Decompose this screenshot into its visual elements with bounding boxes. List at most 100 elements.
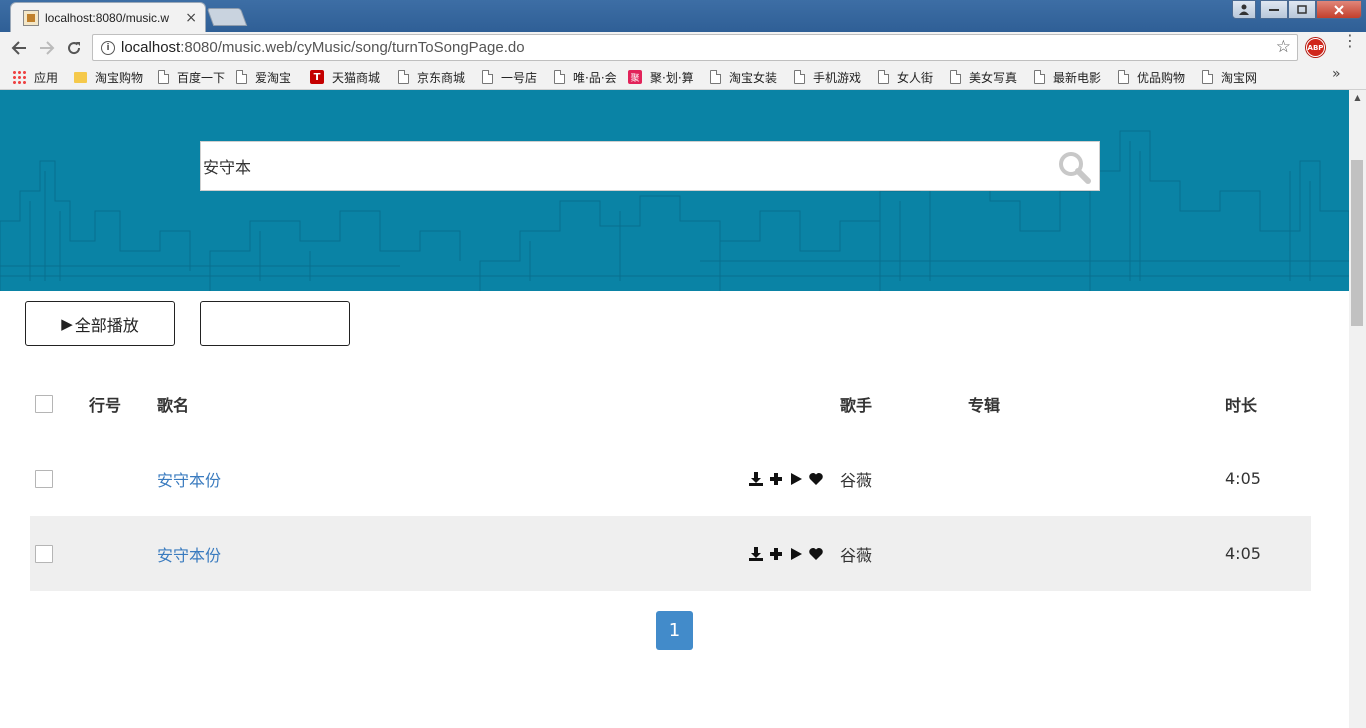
favicon-icon <box>23 9 39 26</box>
song-table: 行号 歌名 歌手 专辑 时长 安守本份 谷薇 4:05 安守本份 谷薇 4:05 <box>30 366 1311 591</box>
bookmark-item[interactable]: 唯·品·会 <box>554 69 617 85</box>
page-icon <box>950 70 961 84</box>
bookmark-label: 聚·划·算 <box>650 70 694 85</box>
browser-toolbar: i localhost:8080/music.web/cyMusic/song/… <box>0 32 1366 62</box>
scroll-up-icon[interactable]: ▲ <box>1349 93 1366 102</box>
back-icon[interactable] <box>8 37 30 59</box>
minimize-button[interactable] <box>1260 0 1288 19</box>
header-no: 行号 <box>89 395 122 415</box>
bookmark-star-icon[interactable]: ☆ <box>1276 37 1291 57</box>
bookmark-label: 唯·品·会 <box>573 70 617 85</box>
row-checkbox-cell <box>35 441 53 516</box>
bookmark-item[interactable]: 淘宝网 <box>1202 69 1257 85</box>
bookmark-item[interactable]: 应用 <box>12 69 58 85</box>
row-checkbox-cell <box>35 516 53 591</box>
tab-title: localhost:8080/music.w <box>45 10 170 25</box>
close-window-button[interactable] <box>1316 0 1362 19</box>
adblock-plus-icon[interactable]: ABP <box>1306 38 1325 57</box>
bookmark-label: 天猫商城 <box>332 70 381 85</box>
profile-icon[interactable] <box>1232 0 1256 19</box>
bookmark-item[interactable]: 美女写真 <box>950 69 1017 85</box>
maximize-button[interactable] <box>1288 0 1316 19</box>
header-duration: 时长 <box>1225 395 1258 415</box>
bookmark-item[interactable]: 淘宝购物 <box>74 69 143 85</box>
new-tab-button[interactable] <box>206 8 248 26</box>
bookmark-item[interactable]: T 天猫商城 <box>310 69 380 85</box>
bookmark-item[interactable]: 聚聚·划·算 <box>628 69 694 85</box>
url-path: :8080/music.web/cyMusic/song/turnToSongP… <box>180 39 525 56</box>
heart-icon[interactable] <box>808 546 824 562</box>
play-all-label: 全部播放 <box>74 315 139 335</box>
download-icon[interactable] <box>748 546 764 562</box>
select-all-checkbox[interactable] <box>35 394 53 413</box>
url-text: localhost:8080/music.web/cyMusic/song/tu… <box>121 39 525 56</box>
forward-icon[interactable] <box>36 37 58 59</box>
search-box <box>200 141 1100 191</box>
bookmark-item[interactable]: 手机游戏 <box>794 69 861 85</box>
play-icon[interactable] <box>788 546 804 562</box>
bookmark-item[interactable]: 一号店 <box>482 69 537 85</box>
page-icon <box>878 70 889 84</box>
song-actions <box>748 441 824 516</box>
reload-icon[interactable] <box>63 37 85 59</box>
song-actions <box>748 516 824 591</box>
bookmark-label: 美女写真 <box>969 70 1018 85</box>
page-scrollbar[interactable]: ▲ <box>1349 90 1366 728</box>
browser-menu-icon[interactable]: ⋮ <box>1342 33 1358 49</box>
bookmark-item[interactable]: 优品购物 <box>1118 69 1185 85</box>
more-bookmarks-icon[interactable]: » <box>1332 66 1341 82</box>
play-icon[interactable] <box>788 471 804 487</box>
header-album: 专辑 <box>968 395 1001 415</box>
bookmark-item[interactable]: 淘宝女装 <box>710 69 777 85</box>
page-icon <box>482 70 493 84</box>
page-icon <box>794 70 805 84</box>
window-titlebar: localhost:8080/music.w × <box>0 0 1366 32</box>
browser-tab[interactable]: localhost:8080/music.w × <box>10 2 206 32</box>
juhuasuan-icon: 聚 <box>628 70 642 84</box>
bookmark-item[interactable]: 女人街 <box>878 69 933 85</box>
song-name-link[interactable]: 安守本份 <box>157 467 221 491</box>
search-icon[interactable] <box>1057 150 1091 184</box>
page-icon <box>710 70 721 84</box>
page-viewport: ▶ 全部播放 行号 歌名 歌手 专辑 时长 安守本份 谷薇 4:05 <box>0 90 1349 728</box>
heart-icon[interactable] <box>808 471 824 487</box>
bookmark-label: 手机游戏 <box>813 70 862 85</box>
table-row: 安守本份 谷薇 4:05 <box>30 441 1311 516</box>
bookmark-item[interactable]: 爱淘宝 <box>236 69 291 85</box>
song-name-link[interactable]: 安守本份 <box>157 542 221 566</box>
bookmark-item[interactable]: 最新电影 <box>1034 69 1101 85</box>
bookmark-label: 应用 <box>34 70 59 85</box>
bookmark-label: 淘宝购物 <box>95 70 144 85</box>
bookmark-label: 最新电影 <box>1053 70 1102 85</box>
singer-cell: 谷薇 <box>840 545 873 565</box>
download-icon[interactable] <box>748 471 764 487</box>
bookmark-label: 淘宝网 <box>1221 70 1258 85</box>
folder-icon <box>74 71 87 83</box>
header-singer: 歌手 <box>840 395 873 415</box>
page-icon <box>158 70 169 84</box>
song-name-cell: 安守本份 <box>157 441 221 516</box>
play-all-button[interactable]: ▶ 全部播放 <box>25 301 175 346</box>
page-icon <box>1202 70 1213 84</box>
row-checkbox[interactable] <box>35 469 53 488</box>
duration-cell: 4:05 <box>1225 469 1261 488</box>
apps-grid-icon <box>12 70 26 84</box>
city-skyline-illustration <box>0 130 1349 291</box>
singer-cell: 谷薇 <box>840 470 873 490</box>
tmall-icon: T <box>310 70 324 84</box>
add-icon[interactable] <box>768 546 784 562</box>
tab-close-icon[interactable]: × <box>185 10 197 26</box>
secondary-button[interactable] <box>200 301 350 346</box>
page-icon <box>398 70 409 84</box>
info-icon[interactable]: i <box>101 40 115 55</box>
search-input[interactable] <box>203 142 1043 190</box>
scrollbar-thumb[interactable] <box>1351 160 1363 326</box>
bookmark-item[interactable]: 百度一下 <box>158 69 225 85</box>
search-banner <box>0 90 1349 291</box>
pagination-page-1[interactable]: 1 <box>656 611 693 650</box>
address-bar[interactable]: i localhost:8080/music.web/cyMusic/song/… <box>92 34 1298 61</box>
play-icon: ▶ <box>61 314 73 333</box>
bookmark-item[interactable]: 京东商城 <box>398 69 465 85</box>
add-icon[interactable] <box>768 471 784 487</box>
row-checkbox[interactable] <box>35 544 53 563</box>
